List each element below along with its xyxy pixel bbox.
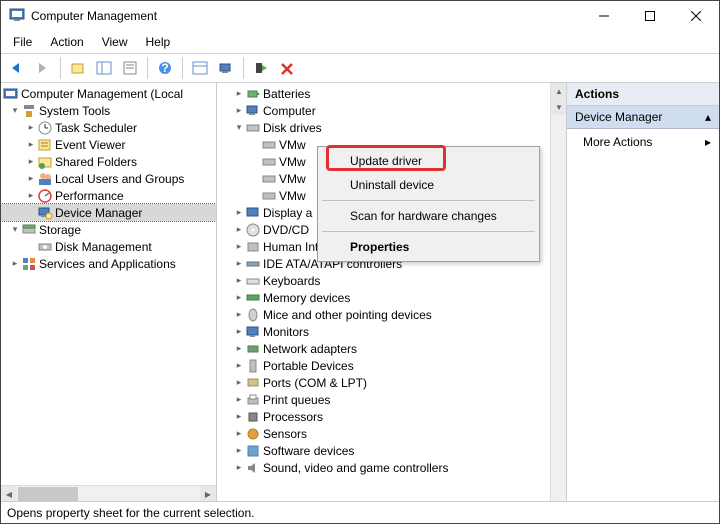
- view-button[interactable]: [188, 56, 212, 80]
- actions-header: Actions: [567, 83, 719, 106]
- help-button[interactable]: ?: [153, 56, 177, 80]
- context-scan[interactable]: Scan for hardware changes: [320, 204, 537, 228]
- back-button[interactable]: [5, 56, 29, 80]
- arrow-right-icon: ▸: [705, 135, 711, 149]
- device-mice[interactable]: ▸Mice and other pointing devices: [225, 306, 566, 323]
- close-button[interactable]: [673, 1, 719, 31]
- tree-root[interactable]: Computer Management (Local: [1, 85, 216, 102]
- scan-hardware-button[interactable]: [214, 56, 238, 80]
- window-title: Computer Management: [31, 9, 157, 23]
- app-icon: [9, 7, 25, 26]
- context-update-driver[interactable]: Update driver: [320, 149, 537, 173]
- status-text: Opens property sheet for the current sel…: [7, 506, 254, 520]
- properties-button[interactable]: [118, 56, 142, 80]
- actions-panel: Actions Device Manager ▴ More Actions ▸: [567, 83, 719, 501]
- menubar: File Action View Help: [1, 31, 719, 53]
- collapse-icon: ▴: [705, 110, 711, 124]
- menu-help[interactable]: Help: [138, 33, 179, 51]
- uninstall-button[interactable]: [275, 56, 299, 80]
- context-properties[interactable]: Properties: [320, 235, 537, 259]
- center-vertical-scrollbar[interactable]: ▲▼: [550, 83, 566, 501]
- show-hide-tree-button[interactable]: [92, 56, 116, 80]
- toolbar: ?: [1, 53, 719, 83]
- device-portable[interactable]: ▸Portable Devices: [225, 357, 566, 374]
- tree-system-tools[interactable]: ▾System Tools: [1, 102, 216, 119]
- device-print-queues[interactable]: ▸Print queues: [225, 391, 566, 408]
- device-ports[interactable]: ▸Ports (COM & LPT): [225, 374, 566, 391]
- menu-action[interactable]: Action: [42, 33, 91, 51]
- tree-event-viewer[interactable]: ▸Event Viewer: [1, 136, 216, 153]
- context-separator: [322, 231, 535, 232]
- tree-services-apps[interactable]: ▸Services and Applications: [1, 255, 216, 272]
- tree-disk-management[interactable]: Disk Management: [1, 238, 216, 255]
- menu-file[interactable]: File: [5, 33, 40, 51]
- menu-view[interactable]: View: [94, 33, 136, 51]
- up-button[interactable]: [66, 56, 90, 80]
- maximize-button[interactable]: [627, 1, 673, 31]
- context-menu: Update driver Uninstall device Scan for …: [317, 146, 540, 262]
- update-driver-button[interactable]: [249, 56, 273, 80]
- device-memory[interactable]: ▸Memory devices: [225, 289, 566, 306]
- left-horizontal-scrollbar[interactable]: ◀▶: [1, 485, 216, 501]
- tree-shared-folders[interactable]: ▸Shared Folders: [1, 153, 216, 170]
- device-processors[interactable]: ▸Processors: [225, 408, 566, 425]
- device-disk-drives[interactable]: ▾Disk drives: [225, 119, 566, 136]
- tree-task-scheduler[interactable]: ▸Task Scheduler: [1, 119, 216, 136]
- device-monitors[interactable]: ▸Monitors: [225, 323, 566, 340]
- device-network[interactable]: ▸Network adapters: [225, 340, 566, 357]
- device-keyboards[interactable]: ▸Keyboards: [225, 272, 566, 289]
- console-tree-panel: Computer Management (Local ▾System Tools…: [1, 83, 217, 501]
- actions-more-actions[interactable]: More Actions ▸: [567, 129, 719, 155]
- actions-section[interactable]: Device Manager ▴: [567, 106, 719, 129]
- tree-storage[interactable]: ▾Storage: [1, 221, 216, 238]
- minimize-button[interactable]: [581, 1, 627, 31]
- context-uninstall[interactable]: Uninstall device: [320, 173, 537, 197]
- context-separator: [322, 200, 535, 201]
- svg-text:?: ?: [161, 61, 168, 75]
- device-batteries[interactable]: ▸Batteries: [225, 85, 566, 102]
- forward-button[interactable]: [31, 56, 55, 80]
- device-sound[interactable]: ▸Sound, video and game controllers: [225, 459, 566, 476]
- tree-performance[interactable]: ▸Performance: [1, 187, 216, 204]
- statusbar: Opens property sheet for the current sel…: [1, 501, 719, 523]
- device-sensors[interactable]: ▸Sensors: [225, 425, 566, 442]
- tree-device-manager[interactable]: Device Manager: [1, 204, 216, 221]
- device-computer[interactable]: ▸Computer: [225, 102, 566, 119]
- titlebar: Computer Management: [1, 1, 719, 31]
- tree-local-users[interactable]: ▸Local Users and Groups: [1, 170, 216, 187]
- device-software[interactable]: ▸Software devices: [225, 442, 566, 459]
